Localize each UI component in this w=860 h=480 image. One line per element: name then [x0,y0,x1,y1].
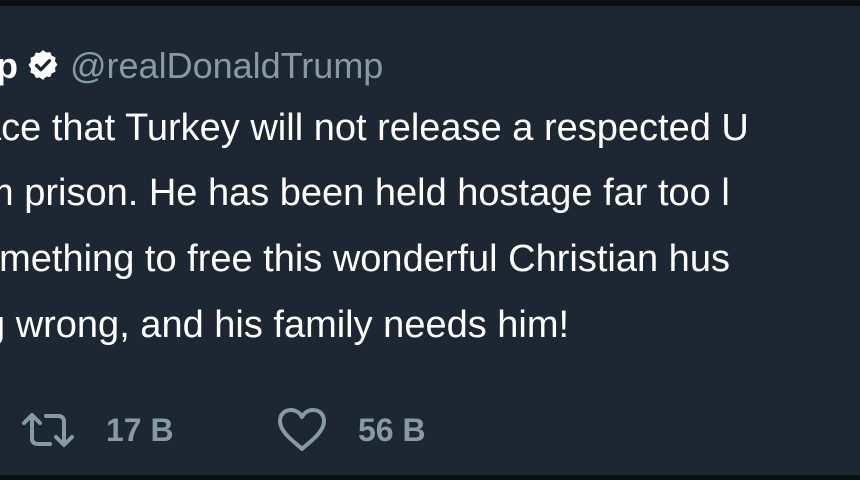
author-name[interactable]: rump [0,45,18,86]
tweet-actions: 17 В 56 В [0,400,860,460]
retweet-count: 17 В [106,411,174,448]
retweet-icon [22,413,74,447]
retweet-button[interactable]: 17 В [20,400,174,460]
verified-badge-icon [28,50,58,80]
tweet-text-line-4: g wrong, and his family needs him! [0,304,570,346]
author-handle[interactable]: @realDonaldTrump [70,45,383,86]
tweet-header: rump @realDonaldTrump [0,42,383,90]
tweet-text-line-2: m prison. He has been held hostage far t… [0,172,730,214]
heart-icon [278,408,326,451]
tweet-card: rump @realDonaldTrump ace that Turkey wi… [0,0,860,480]
tweet-text-line-3: omething to free this wonderful Christia… [0,238,730,280]
like-count: 56 В [358,411,426,448]
tweet-text-line-1: ace that Turkey will not release a respe… [0,107,749,149]
like-button[interactable]: 56 В [276,400,426,460]
